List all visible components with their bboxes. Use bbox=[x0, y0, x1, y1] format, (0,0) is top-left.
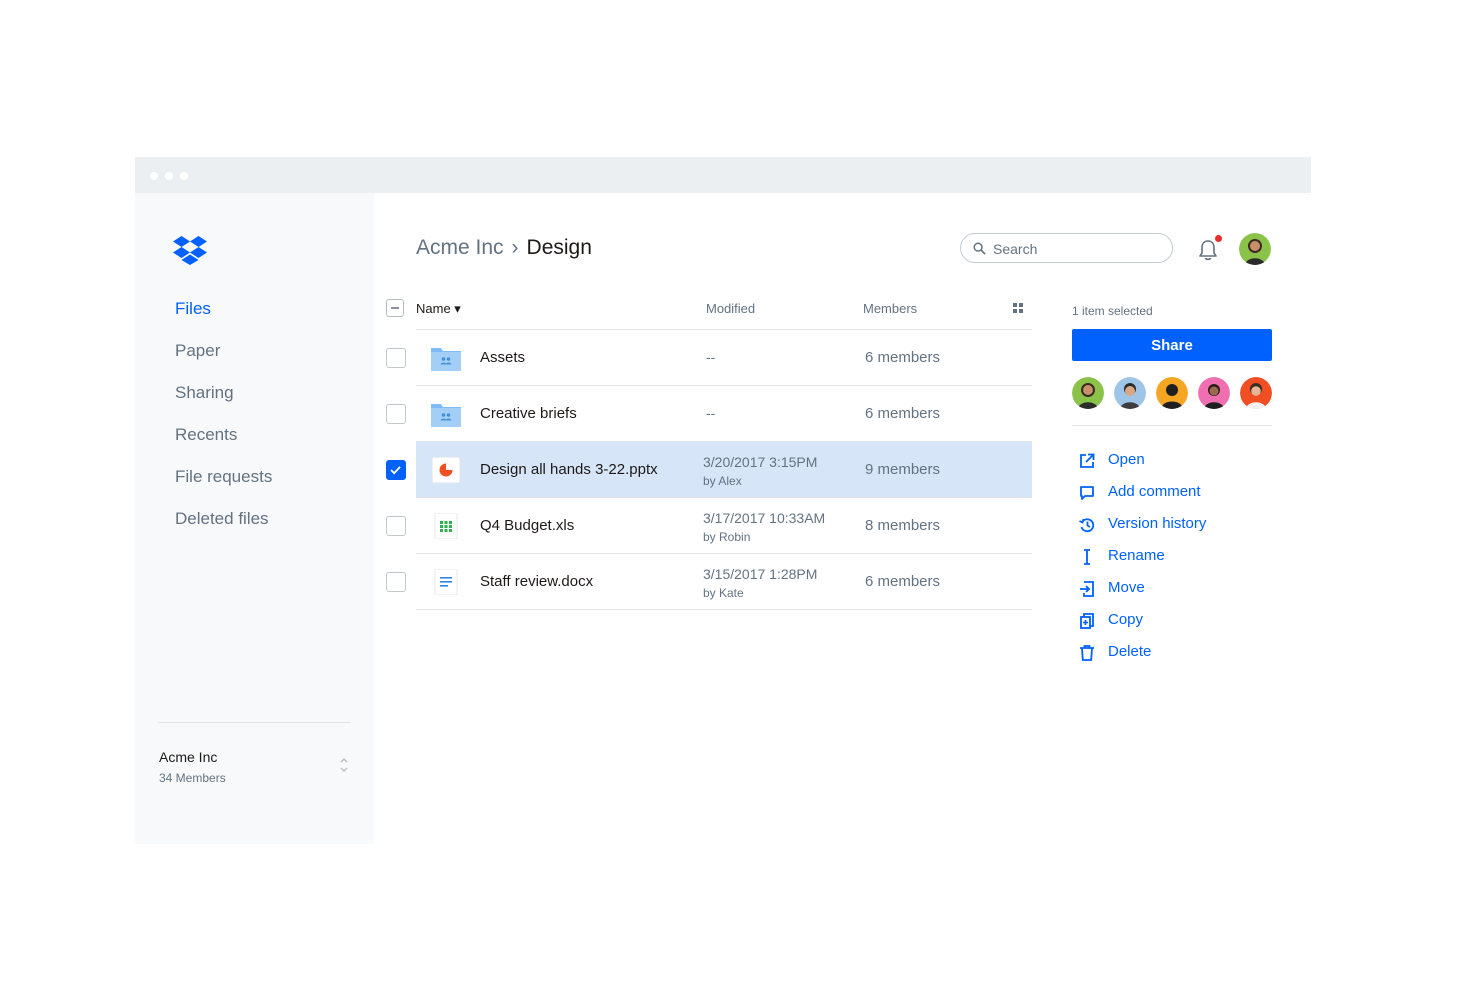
member-avatar[interactable] bbox=[1156, 377, 1188, 409]
window-titlebar bbox=[135, 157, 1311, 193]
breadcrumb-parent[interactable]: Acme Inc bbox=[416, 236, 504, 259]
column-header-members[interactable]: Members bbox=[863, 301, 917, 316]
column-header-name[interactable]: Name ▾ bbox=[416, 301, 461, 317]
spreadsheet-file-icon bbox=[434, 513, 458, 539]
column-header-modified[interactable]: Modified bbox=[706, 301, 755, 316]
sidebar: Files Paper Sharing Recents File request… bbox=[135, 193, 374, 844]
row-checkbox[interactable] bbox=[386, 404, 406, 424]
search-icon bbox=[973, 242, 986, 255]
version-history-icon bbox=[1079, 518, 1095, 533]
modified-by: by Kate bbox=[703, 586, 744, 600]
action-label: Copy bbox=[1108, 611, 1144, 628]
presentation-file-icon bbox=[431, 457, 461, 483]
table-row[interactable]: Q4 Budget.xls 3/17/2017 10:33AM by Robin… bbox=[416, 498, 1032, 553]
table-row[interactable]: Creative briefs -- 6 members bbox=[416, 386, 1032, 441]
modified-date: 3/15/2017 1:28PM bbox=[703, 566, 818, 582]
member-avatar[interactable] bbox=[1114, 377, 1146, 409]
table-row[interactable]: Staff review.docx 3/15/2017 1:28PM by Ka… bbox=[416, 554, 1032, 609]
breadcrumb: Acme Inc › Design bbox=[416, 236, 592, 260]
modified-date: 3/17/2017 10:33AM bbox=[703, 510, 826, 526]
breadcrumb-separator: › bbox=[511, 236, 519, 259]
notification-badge bbox=[1215, 235, 1222, 242]
team-member-count: 34 Members bbox=[159, 771, 226, 785]
row-checkbox[interactable] bbox=[386, 348, 406, 368]
action-label: Move bbox=[1108, 579, 1145, 596]
modified-by: by Alex bbox=[703, 474, 742, 488]
search-box bbox=[960, 233, 1173, 263]
modified-date: -- bbox=[706, 349, 716, 365]
file-name[interactable]: Design all hands 3-22.pptx bbox=[480, 461, 658, 478]
file-name[interactable]: Creative briefs bbox=[480, 405, 577, 422]
comment-icon bbox=[1080, 486, 1094, 500]
shared-folder-icon bbox=[431, 404, 461, 427]
file-name[interactable]: Assets bbox=[480, 349, 525, 366]
window-dot-maximize[interactable] bbox=[180, 172, 188, 180]
copy-icon bbox=[1080, 613, 1094, 629]
member-count[interactable]: 6 members bbox=[865, 349, 940, 366]
trash-icon bbox=[1080, 645, 1094, 661]
open-external-icon bbox=[1080, 453, 1095, 468]
move-icon bbox=[1080, 581, 1094, 597]
breadcrumb-current: Design bbox=[526, 236, 592, 259]
modified-date: 3/20/2017 3:15PM bbox=[703, 454, 818, 470]
sidebar-item-file-requests[interactable]: File requests bbox=[175, 467, 272, 487]
shared-folder-icon bbox=[431, 348, 461, 371]
share-button[interactable]: Share bbox=[1072, 329, 1272, 361]
action-label: Open bbox=[1108, 451, 1145, 468]
user-avatar[interactable] bbox=[1239, 233, 1271, 265]
member-avatar[interactable] bbox=[1198, 377, 1230, 409]
member-avatar[interactable] bbox=[1240, 377, 1272, 409]
modified-date: -- bbox=[706, 405, 716, 421]
row-checkbox[interactable] bbox=[386, 516, 406, 536]
details-divider bbox=[1072, 425, 1272, 426]
notification-bell-icon[interactable] bbox=[1197, 238, 1219, 262]
action-label: Add comment bbox=[1108, 483, 1201, 500]
select-all-checkbox[interactable] bbox=[386, 299, 404, 317]
app-window: Files Paper Sharing Recents File request… bbox=[135, 157, 1311, 844]
member-count[interactable]: 8 members bbox=[865, 517, 940, 534]
member-count[interactable]: 6 members bbox=[865, 405, 940, 422]
document-file-icon bbox=[434, 569, 458, 595]
team-switcher-chevron-icon[interactable] bbox=[338, 754, 350, 776]
window-dot-minimize[interactable] bbox=[165, 172, 173, 180]
selection-count: 1 item selected bbox=[1072, 304, 1153, 318]
row-checkbox-checked[interactable] bbox=[386, 460, 406, 480]
row-checkbox[interactable] bbox=[386, 572, 406, 592]
action-label: Version history bbox=[1108, 515, 1207, 532]
rename-cursor-icon bbox=[1084, 549, 1090, 565]
modified-by: by Robin bbox=[703, 530, 751, 544]
sidebar-divider bbox=[158, 722, 351, 723]
table-row[interactable]: Assets -- 6 members bbox=[416, 330, 1032, 385]
member-count[interactable]: 6 members bbox=[865, 573, 940, 590]
sidebar-item-files[interactable]: Files bbox=[175, 299, 211, 319]
grid-view-icon[interactable] bbox=[1013, 303, 1023, 313]
action-label: Delete bbox=[1108, 643, 1152, 660]
search-input[interactable] bbox=[991, 238, 1165, 260]
dropbox-logo-icon[interactable] bbox=[173, 233, 207, 267]
sidebar-item-deleted-files[interactable]: Deleted files bbox=[175, 509, 269, 529]
team-name[interactable]: Acme Inc bbox=[159, 749, 217, 765]
file-name[interactable]: Q4 Budget.xls bbox=[480, 517, 574, 534]
window-dot-close[interactable] bbox=[150, 172, 158, 180]
sidebar-item-sharing[interactable]: Sharing bbox=[175, 383, 234, 403]
table-row-selected[interactable]: Design all hands 3-22.pptx 3/20/2017 3:1… bbox=[416, 442, 1032, 497]
sidebar-item-recents[interactable]: Recents bbox=[175, 425, 237, 445]
file-name[interactable]: Staff review.docx bbox=[480, 573, 593, 590]
row-divider bbox=[416, 609, 1032, 610]
action-label: Rename bbox=[1108, 547, 1165, 564]
checkmark-icon bbox=[390, 466, 401, 475]
sidebar-item-paper[interactable]: Paper bbox=[175, 341, 220, 361]
member-avatar[interactable] bbox=[1072, 377, 1104, 409]
member-count[interactable]: 9 members bbox=[865, 461, 940, 478]
